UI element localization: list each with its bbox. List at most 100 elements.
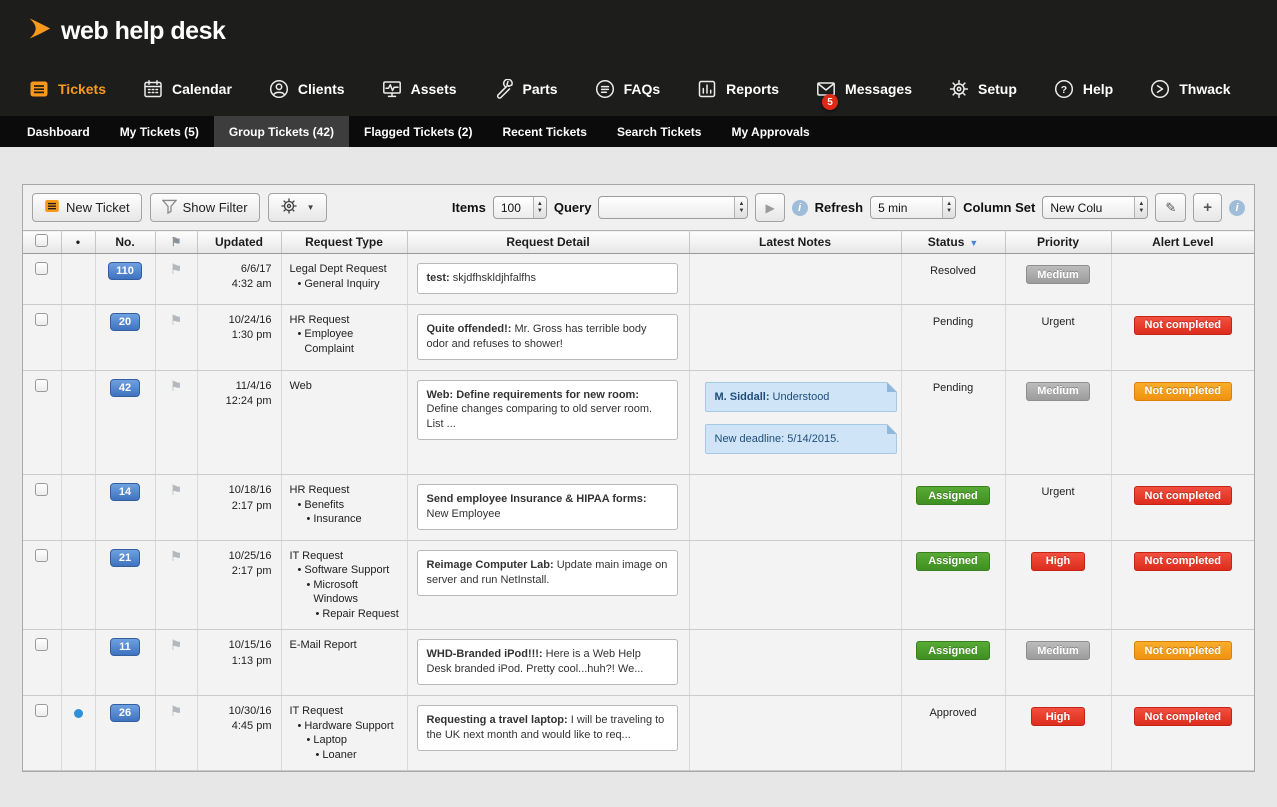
- ticket-number-badge[interactable]: 11: [110, 638, 140, 656]
- row-checkbox[interactable]: [35, 483, 48, 496]
- alert-level-header[interactable]: Alert Level: [1111, 231, 1254, 254]
- ticket-detail-link[interactable]: test: skjdfhskldjhfalfhs: [417, 263, 678, 294]
- run-query-button[interactable]: ▶: [755, 193, 784, 222]
- request-detail-cell: Quite offended!: Mr. Gross has terrible …: [407, 304, 689, 370]
- tab-group-tickets-42[interactable]: Group Tickets (42): [214, 116, 349, 147]
- add-column-set-button[interactable]: +: [1193, 193, 1222, 222]
- items-select[interactable]: 100 ▲▼: [493, 196, 547, 219]
- latest-notes-cell: [689, 696, 901, 771]
- new-ticket-button[interactable]: New Ticket: [32, 193, 142, 222]
- tab-my-approvals[interactable]: My Approvals: [716, 116, 824, 147]
- ticket-number-badge[interactable]: 21: [110, 549, 140, 567]
- info-icon[interactable]: i: [1229, 200, 1245, 216]
- flag-icon[interactable]: ⚑: [170, 261, 183, 277]
- alert-level-value: Not completed: [1134, 707, 1232, 726]
- latest-notes-cell: [689, 254, 901, 305]
- flag-icon[interactable]: ⚑: [170, 378, 183, 394]
- tickets-panel: New Ticket Show Filter ▼ Items 100 ▲▼: [22, 184, 1255, 772]
- tab-flagged-tickets-2[interactable]: Flagged Tickets (2): [349, 116, 487, 147]
- priority-cell: Medium: [1005, 370, 1111, 475]
- ticket-row: 42 ⚑ 11/4/1612:24 pm Web Web: Define req…: [23, 370, 1254, 475]
- nav-item-parts[interactable]: Parts: [493, 78, 558, 100]
- row-checkbox[interactable]: [35, 379, 48, 392]
- request-detail-header[interactable]: Request Detail: [407, 231, 689, 254]
- column-set-select[interactable]: New Colu ▲▼: [1042, 196, 1148, 219]
- nav-item-assets[interactable]: Assets: [381, 78, 457, 100]
- note-bubble: M. Siddall: Understood: [705, 382, 897, 412]
- status-value: Resolved: [930, 265, 976, 277]
- alert-level-cell: Not completed: [1111, 304, 1254, 370]
- edit-column-set-button[interactable]: ✎: [1155, 193, 1186, 222]
- nav-item-setup[interactable]: Setup: [948, 78, 1017, 100]
- unread-header[interactable]: •: [61, 231, 95, 254]
- updated-cell: 10/18/162:17 pm: [197, 475, 281, 541]
- ticket-options-button[interactable]: ▼: [268, 193, 327, 222]
- ticket-number-badge[interactable]: 20: [110, 313, 140, 331]
- flag-icon[interactable]: ⚑: [170, 703, 183, 719]
- refresh-select[interactable]: 5 min ▲▼: [870, 196, 956, 219]
- priority-value: Medium: [1026, 382, 1090, 401]
- ticket-number-badge[interactable]: 110: [108, 262, 142, 280]
- stepper-arrows-icon: ▲▼: [533, 197, 546, 218]
- select-all-checkbox[interactable]: [35, 234, 48, 247]
- priority-header[interactable]: Priority: [1005, 231, 1111, 254]
- nav-label: Setup: [978, 81, 1017, 97]
- stepper-arrows-icon: ▲▼: [734, 197, 747, 218]
- ticket-number-badge[interactable]: 26: [110, 704, 140, 722]
- nav-item-help[interactable]: ? Help: [1053, 78, 1113, 100]
- logo-icon: [26, 15, 53, 47]
- priority-cell: Medium: [1005, 630, 1111, 696]
- ticket-number-badge[interactable]: 14: [110, 483, 140, 501]
- tab-my-tickets-5[interactable]: My Tickets (5): [105, 116, 214, 147]
- ticket-number-badge[interactable]: 42: [110, 379, 140, 397]
- flag-icon[interactable]: ⚑: [170, 548, 183, 564]
- flag-icon[interactable]: ⚑: [170, 312, 183, 328]
- show-filter-button[interactable]: Show Filter: [150, 193, 260, 222]
- row-checkbox[interactable]: [35, 313, 48, 326]
- request-subtype: •Software Support: [298, 563, 402, 578]
- request-detail-cell: Send employee Insurance & HIPAA forms: N…: [407, 475, 689, 541]
- request-type-cell: HR Request•Benefits•Insurance: [281, 475, 407, 541]
- request-type-header[interactable]: Request Type: [281, 231, 407, 254]
- assets-icon: [381, 78, 403, 100]
- info-icon[interactable]: i: [792, 200, 808, 216]
- nav-item-calendar[interactable]: Calendar: [142, 78, 232, 100]
- nav-item-faqs[interactable]: FAQs: [594, 78, 661, 100]
- nav-item-messages[interactable]: 5 Messages: [815, 78, 912, 100]
- flag-icon[interactable]: ⚑: [170, 637, 183, 653]
- nav-item-tickets[interactable]: Tickets: [28, 78, 106, 100]
- request-subtype: •Repair Request: [316, 607, 402, 622]
- updated-header[interactable]: Updated: [197, 231, 281, 254]
- flag-header[interactable]: ⚑: [155, 231, 197, 254]
- query-select[interactable]: ▲▼: [598, 196, 748, 219]
- ticket-detail-link[interactable]: Quite offended!: Mr. Gross has terrible …: [417, 314, 678, 360]
- ticket-detail-link[interactable]: Reimage Computer Lab: Update main image …: [417, 550, 678, 596]
- tab-recent-tickets[interactable]: Recent Tickets: [487, 116, 602, 147]
- alert-level-cell: Not completed: [1111, 540, 1254, 630]
- status-header[interactable]: Status▼: [901, 231, 1005, 254]
- updated-cell: 10/24/161:30 pm: [197, 304, 281, 370]
- ticket-detail-link[interactable]: Send employee Insurance & HIPAA forms: N…: [417, 484, 678, 530]
- ticket-detail-link[interactable]: Web: Define requirements for new room: D…: [417, 380, 678, 441]
- tab-search-tickets[interactable]: Search Tickets: [602, 116, 717, 147]
- row-checkbox[interactable]: [35, 638, 48, 651]
- status-cell: Resolved: [901, 254, 1005, 305]
- status-cell: Assigned: [901, 475, 1005, 541]
- updated-cell: 6/6/174:32 am: [197, 254, 281, 305]
- tab-dashboard[interactable]: Dashboard: [12, 116, 105, 147]
- row-checkbox[interactable]: [35, 549, 48, 562]
- latest-notes-header[interactable]: Latest Notes: [689, 231, 901, 254]
- nav-label: FAQs: [624, 81, 661, 97]
- nav-item-clients[interactable]: Clients: [268, 78, 345, 100]
- nav-item-thwack[interactable]: Thwack: [1149, 78, 1230, 100]
- ticket-detail-link[interactable]: WHD-Branded iPod!!!: Here is a Web Help …: [417, 639, 678, 685]
- request-detail-cell: Web: Define requirements for new room: D…: [407, 370, 689, 475]
- status-cell: Assigned: [901, 540, 1005, 630]
- flag-icon[interactable]: ⚑: [170, 482, 183, 498]
- nav-item-reports[interactable]: Reports: [696, 78, 779, 100]
- row-checkbox[interactable]: [35, 262, 48, 275]
- ticket-detail-link[interactable]: Requesting a travel laptop: I will be tr…: [417, 705, 678, 751]
- row-checkbox[interactable]: [35, 704, 48, 717]
- number-header[interactable]: No.: [95, 231, 155, 254]
- alert-level-value: Not completed: [1134, 316, 1232, 335]
